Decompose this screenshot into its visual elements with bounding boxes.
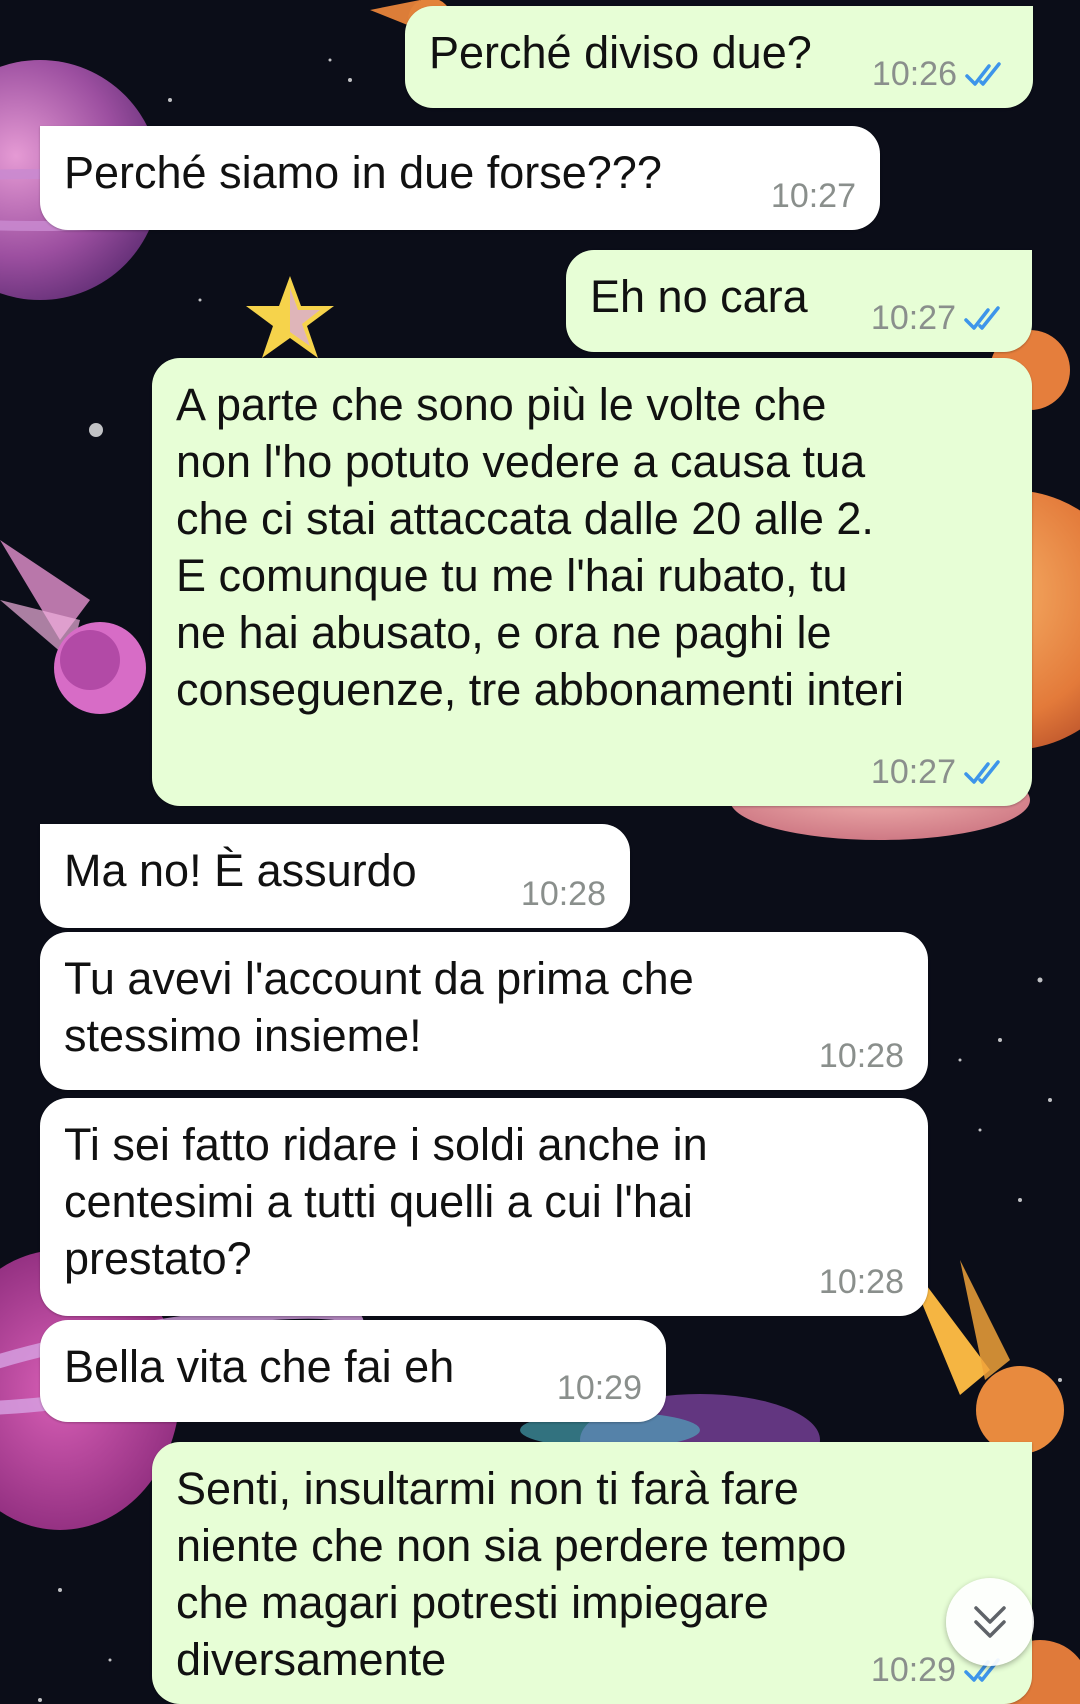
incoming-message-bubble[interactable]: Tu avevi l'account da prima che stessimo… [40, 932, 928, 1090]
message-meta: 10:27 [871, 298, 1008, 338]
double-check-icon [964, 303, 1008, 333]
outgoing-message-bubble[interactable]: Eh no cara 10:27 [566, 250, 1032, 352]
outgoing-message-bubble[interactable]: Perché diviso due? 10:26 [405, 6, 1033, 108]
message-meta: 10:28 [521, 874, 606, 914]
message-time: 10:27 [870, 753, 956, 791]
message-meta: 10:26 [872, 54, 1009, 94]
message-time: 10:28 [818, 1037, 904, 1075]
incoming-message-bubble[interactable]: Perché siamo in due forse??? 10:27 [40, 126, 880, 230]
scroll-to-bottom-button[interactable] [946, 1578, 1034, 1666]
incoming-message-bubble[interactable]: Ti sei fatto ridare i soldi anche in cen… [40, 1098, 928, 1316]
double-check-icon [964, 757, 1008, 787]
message-text: A parte che sono più le volte che non l'… [176, 379, 904, 715]
message-text: Perché siamo in due forse??? [64, 147, 662, 198]
message-text: Tu avevi l'account da prima che stessimo… [64, 953, 694, 1061]
message-meta: 10:29 [557, 1368, 642, 1408]
message-time: 10:29 [556, 1369, 642, 1407]
double-check-icon [965, 59, 1009, 89]
message-time: 10:29 [870, 1651, 956, 1689]
outgoing-message-bubble[interactable]: A parte che sono più le volte che non l'… [152, 358, 1032, 806]
outgoing-message-bubble[interactable]: Senti, insultarmi non ti farà fare nient… [152, 1442, 1032, 1704]
message-time: 10:28 [520, 875, 606, 913]
message-time: 10:27 [770, 177, 856, 215]
incoming-message-bubble[interactable]: Bella vita che fai eh 10:29 [40, 1320, 666, 1422]
message-meta: 10:27 [771, 176, 856, 216]
message-meta: 10:28 [819, 1262, 904, 1302]
message-meta: 10:27 [871, 752, 1008, 792]
message-time: 10:26 [871, 55, 957, 93]
message-text: Bella vita che fai eh [64, 1341, 455, 1392]
message-text: Ti sei fatto ridare i soldi anche in cen… [64, 1119, 708, 1284]
message-time: 10:27 [870, 299, 956, 337]
message-time: 10:28 [818, 1263, 904, 1301]
message-meta: 10:28 [819, 1036, 904, 1076]
chevron-double-down-icon [974, 1606, 1006, 1638]
incoming-message-bubble[interactable]: Ma no! È assurdo 10:28 [40, 824, 630, 928]
